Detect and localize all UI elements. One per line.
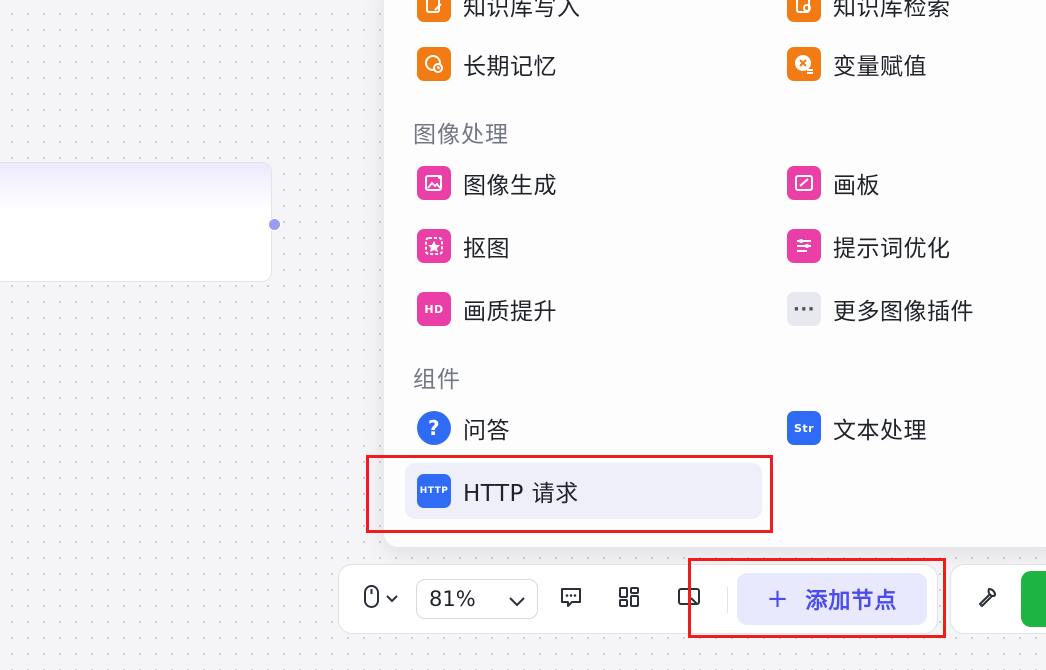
node-item-label: 知识库写入 (463, 0, 581, 21)
node-item-label: 提示词优化 (833, 236, 951, 262)
node-item-knowledge-write[interactable]: 知识库写入 (405, 0, 581, 27)
node-item-label: 问答 (463, 418, 510, 444)
node-item-label: 画板 (833, 173, 880, 199)
knowledge-search-icon (787, 0, 821, 22)
node-item-cutout[interactable]: 抠图 (405, 224, 510, 268)
http-request-icon: HTTP (417, 474, 451, 508)
section-title-image: 图像处理 (413, 122, 509, 148)
node-item-knowledge-search[interactable]: 知识库检索 (775, 0, 951, 27)
knowledge-write-icon (417, 0, 451, 22)
comment-button[interactable] (551, 565, 591, 633)
node-item-hd-upscale[interactable]: HD 画质提升 (405, 287, 557, 331)
question-answer-icon: ? (417, 411, 451, 445)
node-item-label: 图像生成 (463, 173, 557, 199)
node-item-more-image-plugins[interactable]: ··· 更多图像插件 (775, 287, 974, 331)
add-node-label: 添加节点 (805, 589, 898, 614)
node-item-http-request[interactable]: HTTP HTTP 请求 (405, 463, 762, 519)
minimap-button[interactable] (669, 565, 709, 633)
grid-layout-icon (617, 585, 641, 613)
canvas-toolbar: 81% + 添加节点 (338, 564, 938, 634)
hd-upscale-icon: HD (417, 292, 451, 326)
node-item-text-process[interactable]: Str 文本处理 (775, 406, 927, 450)
zoom-select[interactable]: 81% (416, 579, 538, 619)
add-node-button[interactable]: + 添加节点 (737, 573, 927, 625)
chevron-down-icon (384, 590, 400, 609)
node-card-header (0, 163, 271, 211)
plus-icon: + (766, 584, 790, 614)
node-item-label: 更多图像插件 (833, 299, 974, 325)
toolbar-divider (727, 587, 728, 613)
node-output-port[interactable] (268, 218, 281, 231)
layout-button[interactable] (609, 565, 649, 633)
pointer-mode-button[interactable] (353, 565, 409, 633)
run-button[interactable] (1021, 571, 1046, 627)
node-item-label: 知识库检索 (833, 0, 951, 21)
chevron-down-icon (507, 591, 527, 615)
workflow-node-card[interactable] (0, 162, 272, 282)
wrench-icon (975, 585, 999, 613)
node-item-canvas-board[interactable]: 画板 (775, 161, 880, 205)
section-title-components: 组件 (413, 367, 461, 393)
node-item-variable-assign[interactable]: 变量赋值 (775, 42, 927, 86)
debug-settings-button[interactable] (969, 565, 1005, 633)
comment-icon (559, 585, 583, 613)
node-item-label: 长期记忆 (463, 54, 557, 80)
node-item-prompt-optimize[interactable]: 提示词优化 (775, 224, 951, 268)
more-icon: ··· (787, 292, 821, 326)
text-process-icon: Str (787, 411, 821, 445)
run-toolbar (950, 564, 1046, 634)
node-item-label: 文本处理 (833, 418, 927, 444)
node-item-label: 变量赋值 (833, 54, 927, 80)
prompt-optimize-icon (787, 229, 821, 263)
node-item-image-generate[interactable]: 图像生成 (405, 161, 557, 205)
zoom-value: 81% (429, 587, 476, 611)
node-item-label: 抠图 (463, 236, 510, 262)
canvas-board-icon (787, 166, 821, 200)
mouse-icon (362, 584, 384, 614)
image-generate-icon (417, 166, 451, 200)
cutout-icon (417, 229, 451, 263)
node-item-label: 画质提升 (463, 299, 557, 325)
node-item-long-term-memory[interactable]: 长期记忆 (405, 42, 557, 86)
node-item-question-answer[interactable]: ? 问答 (405, 406, 510, 450)
variable-assign-icon (787, 47, 821, 81)
node-item-label: HTTP 请求 (463, 481, 579, 507)
minimap-icon (676, 585, 702, 613)
long-term-memory-icon (417, 47, 451, 81)
